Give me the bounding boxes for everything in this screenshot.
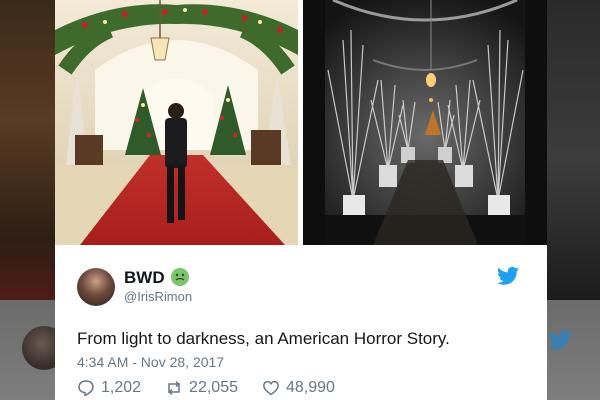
author-block: BWD @IrisRimon xyxy=(124,268,192,306)
retweet-icon xyxy=(168,380,180,396)
like-count: 48,990 xyxy=(285,379,335,396)
background-twitter-bird-icon xyxy=(548,330,572,350)
tweet-actions: 1,202 22,055 48,990 xyxy=(77,379,335,397)
tweet-text: From light to darkness, an American Horr… xyxy=(77,329,450,348)
tweet-header: BWD @IrisRimon xyxy=(77,266,537,306)
reply-count: 1,202 xyxy=(101,379,142,396)
reply-button[interactable]: 1,202 xyxy=(77,379,141,397)
bright-hallway-image xyxy=(55,0,298,245)
tweet-card[interactable]: BWD @IrisRimon From light to darkness, a… xyxy=(55,0,547,400)
nauseated-face-icon xyxy=(170,268,189,286)
retweet-count: 22,055 xyxy=(189,379,238,396)
tweet-timestamp[interactable]: 4:34 AM - Nov 28, 2017 xyxy=(77,354,224,370)
twitter-bird-icon[interactable] xyxy=(497,266,519,286)
heart-icon xyxy=(263,380,279,396)
user-handle[interactable]: @IrisRimon xyxy=(124,288,192,306)
display-name[interactable]: BWD xyxy=(124,268,165,287)
reply-icon xyxy=(78,380,94,397)
dark-hallway-image xyxy=(303,0,547,245)
retweet-button[interactable]: 22,055 xyxy=(165,379,238,397)
avatar[interactable] xyxy=(77,268,115,306)
like-button[interactable]: 48,990 xyxy=(262,379,335,397)
photo-dark-hallway[interactable] xyxy=(303,0,547,245)
photo-bright-hallway[interactable] xyxy=(55,0,298,245)
author-name-row[interactable]: BWD xyxy=(124,268,192,288)
